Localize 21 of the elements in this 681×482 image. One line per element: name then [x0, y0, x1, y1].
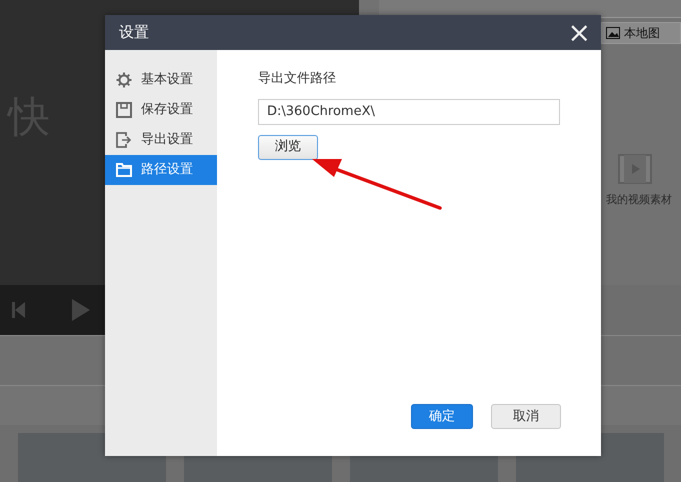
close-button[interactable]: × — [568, 18, 591, 46]
cancel-button[interactable]: 取消 — [491, 404, 561, 429]
export-icon — [116, 132, 132, 148]
path-field[interactable]: D:\360ChromeX\ — [258, 98, 560, 124]
previous-icon[interactable] — [12, 301, 26, 319]
save-icon — [116, 102, 132, 118]
sidebar-item[interactable]: 基本设置 — [105, 65, 217, 95]
section-label: 导出文件路径 — [258, 70, 337, 88]
confirm-button[interactable]: 确定 — [411, 404, 473, 429]
folder-icon — [116, 163, 132, 177]
browse-button[interactable]: 浏览 — [258, 134, 318, 160]
image-icon — [606, 27, 620, 39]
play-icon[interactable] — [72, 299, 90, 321]
sidebar-item[interactable]: 路径设置 — [105, 155, 217, 185]
dialog-title: 设置 — [119, 22, 149, 44]
image-library-button[interactable]: 本地图 — [601, 22, 681, 44]
sidebar-item[interactable]: 导出设置 — [105, 125, 217, 155]
film-icon — [618, 154, 652, 184]
gear-icon — [116, 72, 132, 88]
media-label: 我的视频素材 — [606, 192, 672, 208]
sidebar-item[interactable]: 保存设置 — [105, 95, 217, 125]
